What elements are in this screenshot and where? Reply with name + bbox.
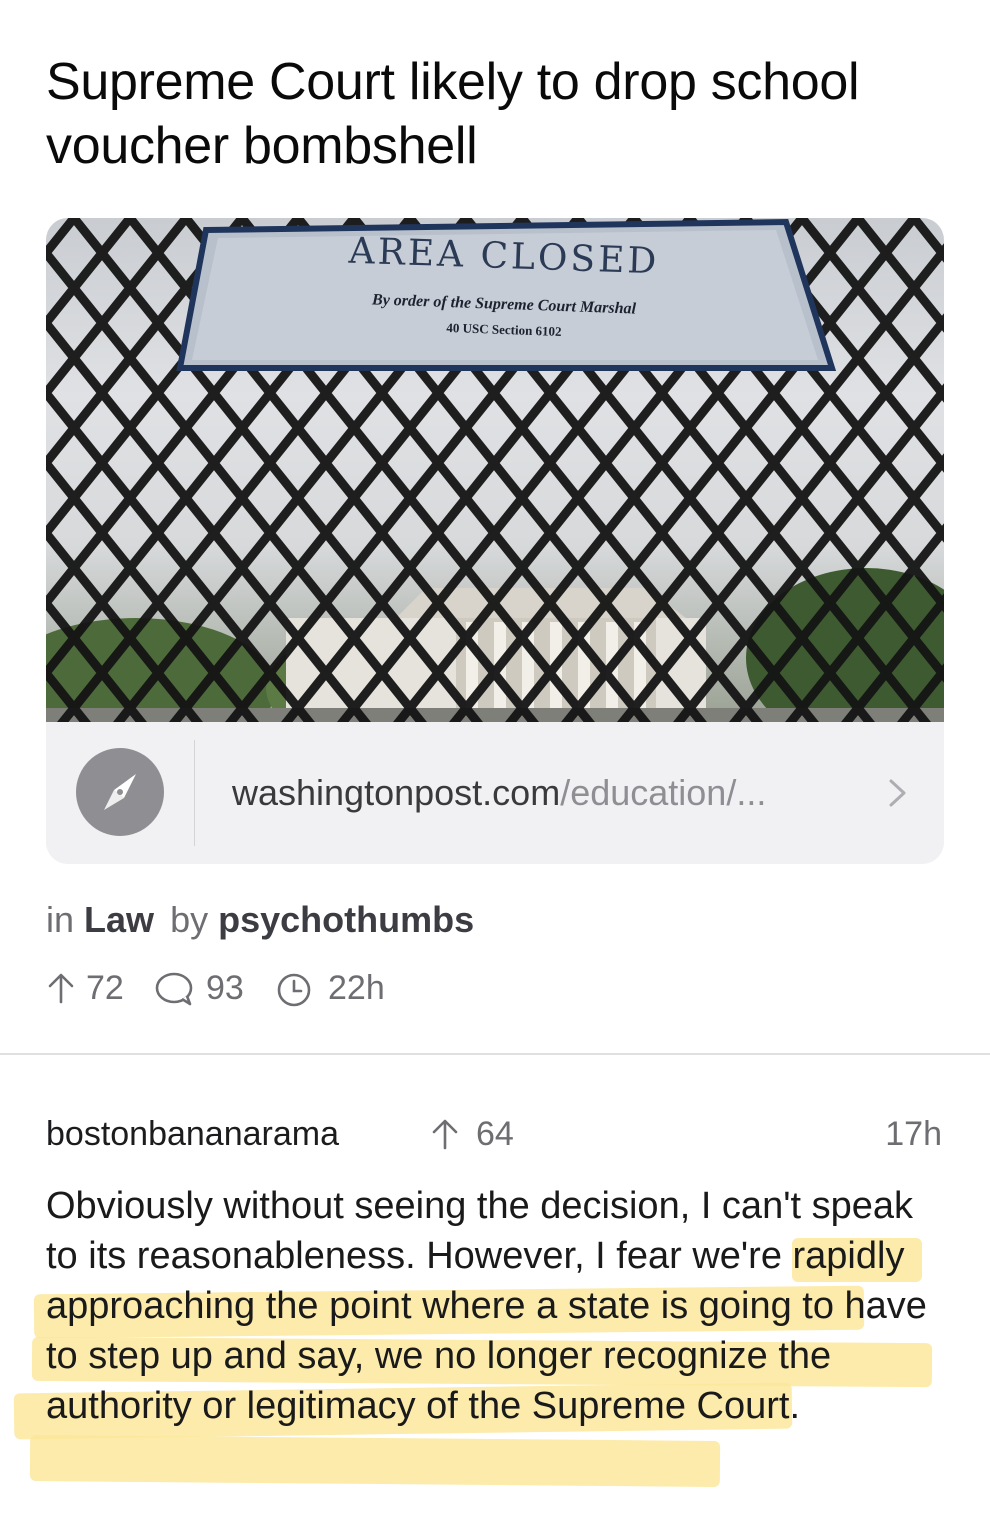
comment-count: 93 [206,969,244,1007]
post-detail-page: Supreme Court likely to drop school vouc… [0,0,990,1529]
comment-score-value: 64 [476,1115,514,1153]
compass-icon [76,748,164,836]
post-meta: in Law by psychothumbs [46,898,474,942]
section-divider [0,1053,990,1055]
link-preview-card[interactable]: AREA CLOSED By order of the Supreme Cour… [46,218,944,864]
link-divider [194,740,195,846]
upvote-stat[interactable]: 72 [46,966,136,1010]
upvote-arrow-icon [432,1119,458,1150]
comment-bubble-icon [155,972,193,1006]
link-url[interactable]: washingtonpost.com/education/... [232,771,766,815]
comments-stat[interactable]: 93 [154,966,254,1010]
link-bar[interactable]: washingtonpost.com/education/... [46,722,944,864]
sign-title: AREA CLOSED [348,230,660,283]
comment-time: 17h [885,1115,942,1153]
comment-body: Obviously without seeing the decision, I… [46,1185,927,1427]
comment-author[interactable]: bostonbananarama [46,1112,339,1156]
area-closed-sign: AREA CLOSED By order of the Supreme Cour… [174,224,834,364]
post-age: 22h [328,969,385,1007]
by-label: by [170,899,209,940]
link-path: /education/... [560,772,767,813]
clock-icon [277,973,311,1007]
link-domain: washingtonpost.com [232,772,561,813]
highlight-mark [29,1434,721,1488]
in-label: in [46,899,75,940]
upvote-arrow-icon [48,973,74,1004]
chevron-right-icon [889,779,906,807]
age-stat: 22h [276,966,396,1010]
preview-image[interactable]: AREA CLOSED By order of the Supreme Cour… [46,218,944,722]
post-title[interactable]: Supreme Court likely to drop school vouc… [46,50,946,178]
community-link[interactable]: Law [84,899,154,940]
author-link[interactable]: psychothumbs [218,899,474,940]
upvote-count: 72 [86,969,124,1007]
